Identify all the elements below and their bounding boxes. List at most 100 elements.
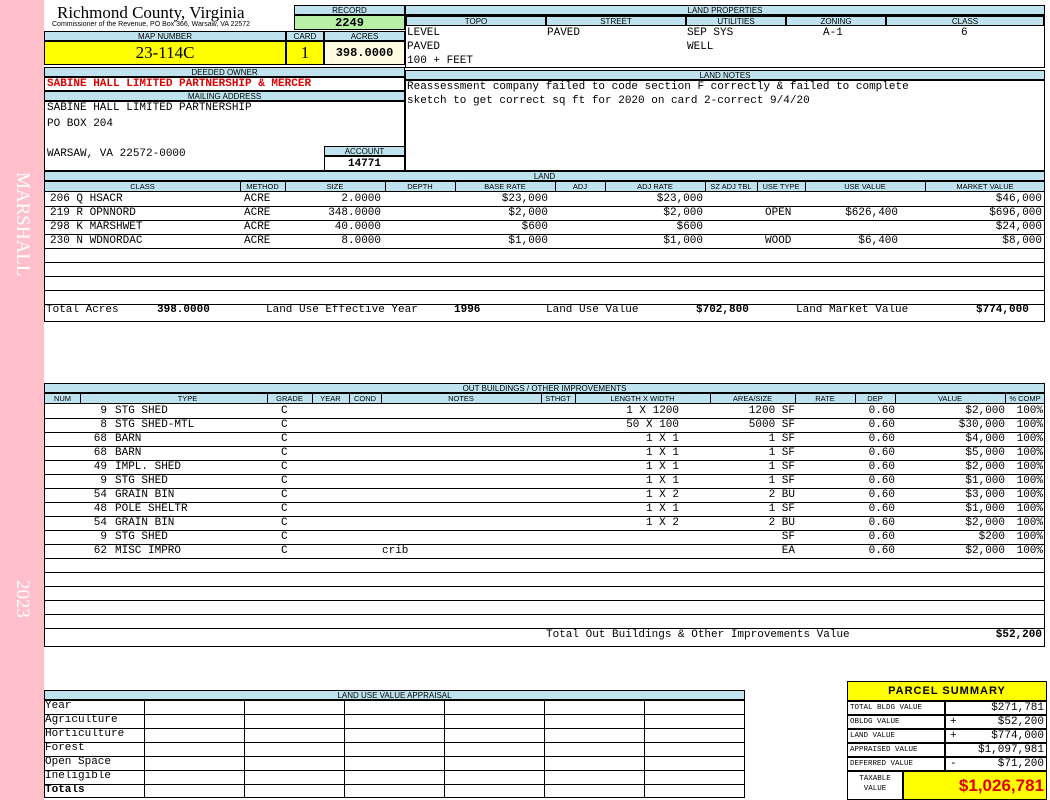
ob-cell-value: $5,000 [965,447,1005,459]
summary-row-label: TOTAL BLDG VALUE [847,701,945,715]
land-col-class: CLASS [130,182,155,191]
ob-cell-num: 54 [93,489,107,501]
summary-row-label: APPRAISED VALUE [847,743,945,757]
ob-cell-comp: 100% [1016,489,1043,501]
lp-header-street: STREET [546,16,686,26]
deeded-owner-value: SABINE HALL LIMITED PARTNERSHIP & MERCER [44,77,405,91]
card-label: CARD [286,31,324,41]
lp-class: 6 [961,27,968,39]
ob-cell-num: 9 [100,531,107,543]
side-label-name: MARSHALL [12,172,33,277]
ob-cell-lxw: 1 X 1 [645,447,679,459]
ob-cell-area: 1 SF [768,461,795,473]
deeded-owner-label: DEEDED OWNER [44,67,405,77]
taxable-label-box: TAXABLE VALUE [847,771,903,800]
ob-total-value: $52,200 [995,629,1042,641]
ob-cell-grade: C [281,433,288,445]
ob-cell-area: 1 SF [768,475,795,487]
luva-row: Year [44,700,745,714]
table-row: 62 MISC IMPRO Ccrib EA 0.60 $2,000 100% [45,544,1044,558]
ob-cell-type: STG SHED [115,475,168,487]
taxable-value: $1,026,781 [903,771,1047,800]
lp-topo-3: 100 + FEET [407,55,474,67]
summary-row-amount: $52,200 [997,716,1044,728]
lp-topo-1: LEVEL [407,27,441,39]
land-notes-box [405,80,1045,171]
summary-row: DEFERRED VALUE - $71,200 [847,757,1047,771]
ob-cell-grade: C [281,503,288,515]
ob-cell-num: 68 [93,433,107,445]
side-strip: MARSHALL 2023 [0,0,44,800]
table-row: 8 STG SHED-MTL C 50 X 100 5000 SF 0.60 $30,000… [45,418,1044,432]
mailing-line-3: WARSAW, VA 22572-0000 [47,148,186,160]
ob-rows: 9 STG SHED C 1 X 1200 1200 SF 0.60 $2,000 100% 8… [45,404,1044,629]
lp-topo-2: PAVED [407,41,441,53]
ob-cell-area: 1 SF [768,447,795,459]
table-row: 9 STG SHED C SF 0.60 $200 100% [45,530,1044,544]
summary-row-amount: $71,200 [997,758,1044,770]
record-label: RECORD [294,5,405,15]
ob-total-label: Total Out Buildings & Other Improvements… [546,629,850,641]
summary-row-sign: + [950,730,957,742]
land-properties-box: TOPO STREET UTILITIES ZONING CLASS LEVEL… [405,15,1045,68]
ob-col-value: VALUE [937,394,963,403]
land-col-adj: ADJ [572,182,588,191]
ob-cell-comp: 100% [1016,419,1043,431]
land-notes-label: LAND NOTES [405,70,1045,80]
land-notes-line-2: sketch to get correct sq ft for 2020 on … [407,95,810,107]
acres-value: 398.0000 [324,41,405,65]
land-notes-line-1: Reassessment company failed to code sect… [407,81,909,93]
table-row: 68 BARN C 1 X 1 1 SF 0.60 $5,000 100% [45,446,1044,460]
land-col-depth: DEPTH [407,182,433,191]
ob-cell-grade: C [281,447,288,459]
land-market-value-label: Land Market Value [796,304,909,316]
land-col-market-value: MARKET VALUE [956,182,1014,191]
ob-cell-value: $2,000 [965,517,1005,529]
ob-cell-area: 1 SF [768,433,795,445]
ob-cell-value: $1,000 [965,503,1005,515]
luva-row-label: Forest [45,742,85,754]
taxable-label-1: TAXABLE [859,775,891,783]
summary-row: TOTAL BLDG VALUE $271,781 [847,701,1047,715]
ob-cell-type: STG SHED [115,405,168,417]
ob-cell-value: $1,000 [965,475,1005,487]
luva-row: Horticulture [44,728,745,742]
lp-utilities-2: WELL [687,41,714,53]
table-row: 68 BARN C 1 X 1 1 SF 0.60 $4,000 100% [45,432,1044,446]
summary-row-amount: $1,097,981 [977,744,1044,756]
ob-col-area: AREA/SIZE [732,394,773,403]
ob-cell-type: STG SHED [115,531,168,543]
ob-col-sthgt: STHGT [545,394,571,403]
ob-cell-num: 49 [93,461,107,473]
land-total-acres-value: 398.0000 [157,304,210,316]
luva-row: Agriculture [44,714,745,728]
ob-cell-dep: 0.60 [868,475,895,487]
land-section-label: LAND [44,171,1045,181]
ob-cell-area: 5000 SF [748,419,795,431]
ob-cell-lxw: 1 X 1200 [626,405,679,417]
lp-header-class: CLASS [886,16,1044,26]
ob-cell-comp: 100% [1016,447,1043,459]
ob-cell-grade: C [281,517,288,529]
land-total-acres-label: Total Acres [46,304,119,316]
lp-street: PAVED [547,27,581,39]
table-row: 48 POLE SHELTR C 1 X 1 1 SF 0.60 $1,000 100% [45,502,1044,516]
ob-cell-grade: C [281,461,288,473]
ob-col-cond: COND [353,394,377,403]
table-row: 54 GRAIN BIN C 1 X 2 2 BU 0.60 $3,000 100% [45,488,1044,502]
ob-cell-lxw: 1 X 1 [645,461,679,473]
ob-col-type: TYPE [177,394,198,403]
luva-row: Ineligible [44,770,745,784]
ob-cell-area: EA [781,545,795,557]
taxable-label-2: VALUE [863,785,887,793]
map-number-value: 23-114C [44,41,286,65]
ob-cell-dep: 0.60 [868,531,895,543]
luva-row-label: Year [45,700,72,712]
ob-col-num: NUM [53,394,72,403]
table-row: 49 IMPL. SHED C 1 X 1 1 SF 0.60 $2,000 100% [45,460,1044,474]
mailing-line-2: PO BOX 204 [47,118,114,130]
ob-col-lxw: LENGTH X WIDTH [610,394,675,403]
ob-cell-type: MISC IMPRO [115,545,182,557]
ob-cell-grade: C [281,405,288,417]
ob-cell-num: 62 [93,545,107,557]
